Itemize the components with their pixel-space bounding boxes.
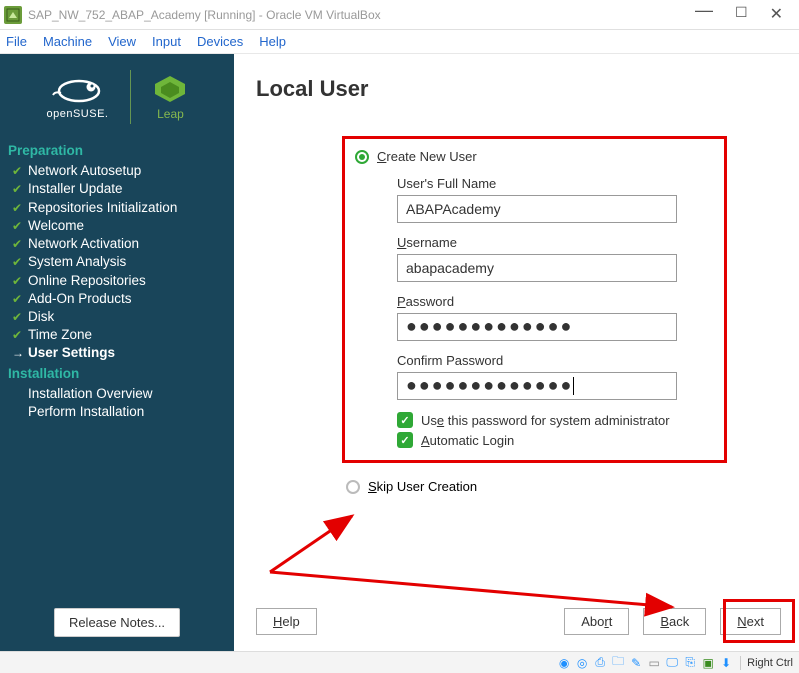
sidebar-item-system-analysis: ✔System Analysis [12,253,226,271]
help-button[interactable]: Help [256,608,317,635]
password-label: Password [397,294,696,309]
minimize-button[interactable]: — [695,0,713,21]
release-notes-button[interactable]: Release Notes... [54,608,180,637]
menu-view[interactable]: View [108,34,136,49]
check-icon: ✔ [12,254,24,270]
sidebar-item-repos-init: ✔Repositories Initialization [12,199,226,217]
section-preparation: Preparation [8,142,226,160]
checkbox-sysadmin-label: Use this password for system administrat… [421,413,670,428]
titlebar: SAP_NW_752_ABAP_Academy [Running] - Orac… [0,0,799,30]
radio-selected-icon [355,150,369,164]
radio-skip-label: Skip User Creation [368,479,477,494]
sidebar-item-network-activation: ✔Network Activation [12,235,226,253]
check-icon: ✔ [12,218,24,234]
checkbox-checked-icon: ✓ [397,412,413,428]
sidebar-item-time-zone: ✔Time Zone [12,326,226,344]
radio-create-user[interactable]: Create New User [355,149,706,164]
sidebar-item-network-autosetup: ✔Network Autosetup [12,162,226,180]
checkbox-checked-icon: ✓ [397,432,413,448]
menu-file[interactable]: File [6,34,27,49]
next-button[interactable]: Next [720,608,781,635]
abort-button[interactable]: Abort [564,608,629,635]
sb-hdd-icon[interactable]: ◉ [556,655,572,671]
check-icon: ✔ [12,181,24,197]
confirm-password-input[interactable]: ●●●●●●●●●●●●● [397,372,677,400]
section-installation: Installation [8,365,226,383]
text-cursor [573,377,574,395]
sb-shared-folder-icon[interactable]: 🗀 [610,655,626,671]
check-icon: ✔ [12,236,24,252]
password-input[interactable]: ●●●●●●●●●●●●● [397,313,677,341]
sidebar-item-user-settings: →User Settings [12,344,226,362]
fullname-input[interactable] [397,195,677,223]
sb-vm-state-icon[interactable]: ▣ [700,655,716,671]
arrow-icon: → [12,345,24,361]
host-key-label: Right Ctrl [747,657,793,669]
check-icon: ✔ [12,309,24,325]
sidebar-item-installer-update: ✔Installer Update [12,180,226,198]
menu-machine[interactable]: Machine [43,34,92,49]
username-input[interactable] [397,254,677,282]
virtualbox-icon [4,6,22,24]
confirm-password-label: Confirm Password [397,353,696,368]
sidebar-item-welcome: ✔Welcome [12,217,226,235]
sb-recording-icon[interactable]: ⎘ [682,655,698,671]
check-icon: ✔ [12,327,24,343]
annotation-highlight-box: Create New User User's Full Name Usernam… [342,136,727,463]
statusbar: ◉ ◎ ⎙ 🗀 ✎ ▭ 🖵 ⎘ ▣ ⬇ Right Ctrl [0,651,799,673]
opensuse-label: openSUSE. [47,108,109,120]
close-button[interactable]: ✕ [770,4,783,25]
sb-optical-icon[interactable]: ◎ [574,655,590,671]
sb-usb-icon[interactable]: ⎙ [592,655,608,671]
page-title: Local User [256,76,781,102]
checkbox-autologin-label: Automatic Login [421,433,514,448]
sb-mouse-icon[interactable]: ⬇ [718,655,734,671]
sb-network-icon[interactable]: 🖵 [664,655,680,671]
main-panel: Local User Create New User User's Full N… [234,54,799,651]
sidebar-item-addon-products: ✔Add-On Products [12,290,226,308]
sidebar-item-online-repos: ✔Online Repositories [12,272,226,290]
leap-label: Leap [157,107,184,121]
sb-display-icon[interactable]: ▭ [646,655,662,671]
window-title: SAP_NW_752_ABAP_Academy [Running] - Orac… [28,8,695,22]
menubar: File Machine View Input Devices Help [0,30,799,54]
check-icon: ✔ [12,291,24,307]
check-icon: ✔ [12,163,24,179]
menu-input[interactable]: Input [152,34,181,49]
logo-divider [130,70,131,124]
sb-audio-icon[interactable]: ✎ [628,655,644,671]
sidebar-item-disk: ✔Disk [12,308,226,326]
checkbox-autologin[interactable]: ✓ Automatic Login [397,432,696,448]
radio-unselected-icon [346,480,360,494]
fullname-label: User's Full Name [397,176,696,191]
back-button[interactable]: Back [643,608,706,635]
checkbox-sysadmin[interactable]: ✓ Use this password for system administr… [397,412,696,428]
menu-help[interactable]: Help [259,34,286,49]
check-icon: ✔ [12,200,24,216]
sidebar-item-install-overview: Installation Overview [28,385,226,403]
check-icon: ✔ [12,273,24,289]
radio-skip-user[interactable]: Skip User Creation [346,479,781,494]
maximize-button[interactable]: ☐ [735,4,748,25]
opensuse-logo: openSUSE. [47,74,109,120]
sidebar-item-perform-install: Perform Installation [28,403,226,421]
leap-logo: Leap [153,73,187,121]
menu-devices[interactable]: Devices [197,34,243,49]
radio-create-label: Create New User [377,149,477,164]
sidebar: openSUSE. Leap Preparation ✔Network Auto… [0,54,234,651]
username-label: Username [397,235,696,250]
